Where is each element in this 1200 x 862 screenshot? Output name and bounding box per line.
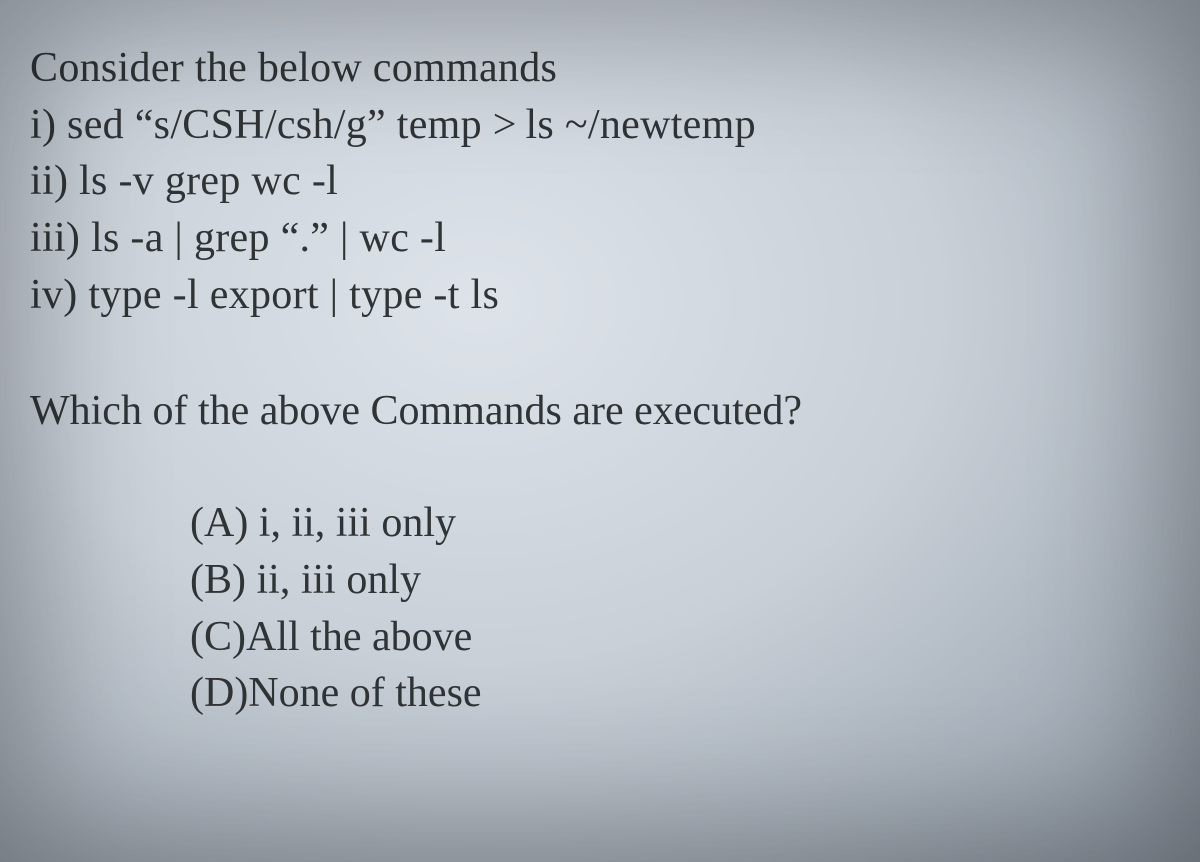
option-b: (B) ii, iii only	[190, 552, 1170, 609]
question-text: Which of the above Commands are executed…	[30, 383, 1170, 440]
command-iv: iv) type -l export | type -t ls	[30, 267, 1170, 324]
command-ii: ii) ls -v grep wc -l	[30, 153, 1170, 210]
options-list: (A) i, ii, iii only (B) ii, iii only (C)…	[30, 495, 1170, 722]
option-d: (D)None of these	[190, 665, 1170, 722]
option-c: (C)All the above	[190, 609, 1170, 666]
command-iii: iii) ls -a | grep “.” | wc -l	[30, 210, 1170, 267]
question-block: Consider the below commands i) sed “s/CS…	[30, 40, 1170, 722]
heading-text: Consider the below commands	[30, 40, 1170, 97]
option-a: (A) i, ii, iii only	[190, 495, 1170, 552]
command-i: i) sed “s/CSH/csh/g” temp > ls ~/newtemp	[30, 97, 1170, 154]
